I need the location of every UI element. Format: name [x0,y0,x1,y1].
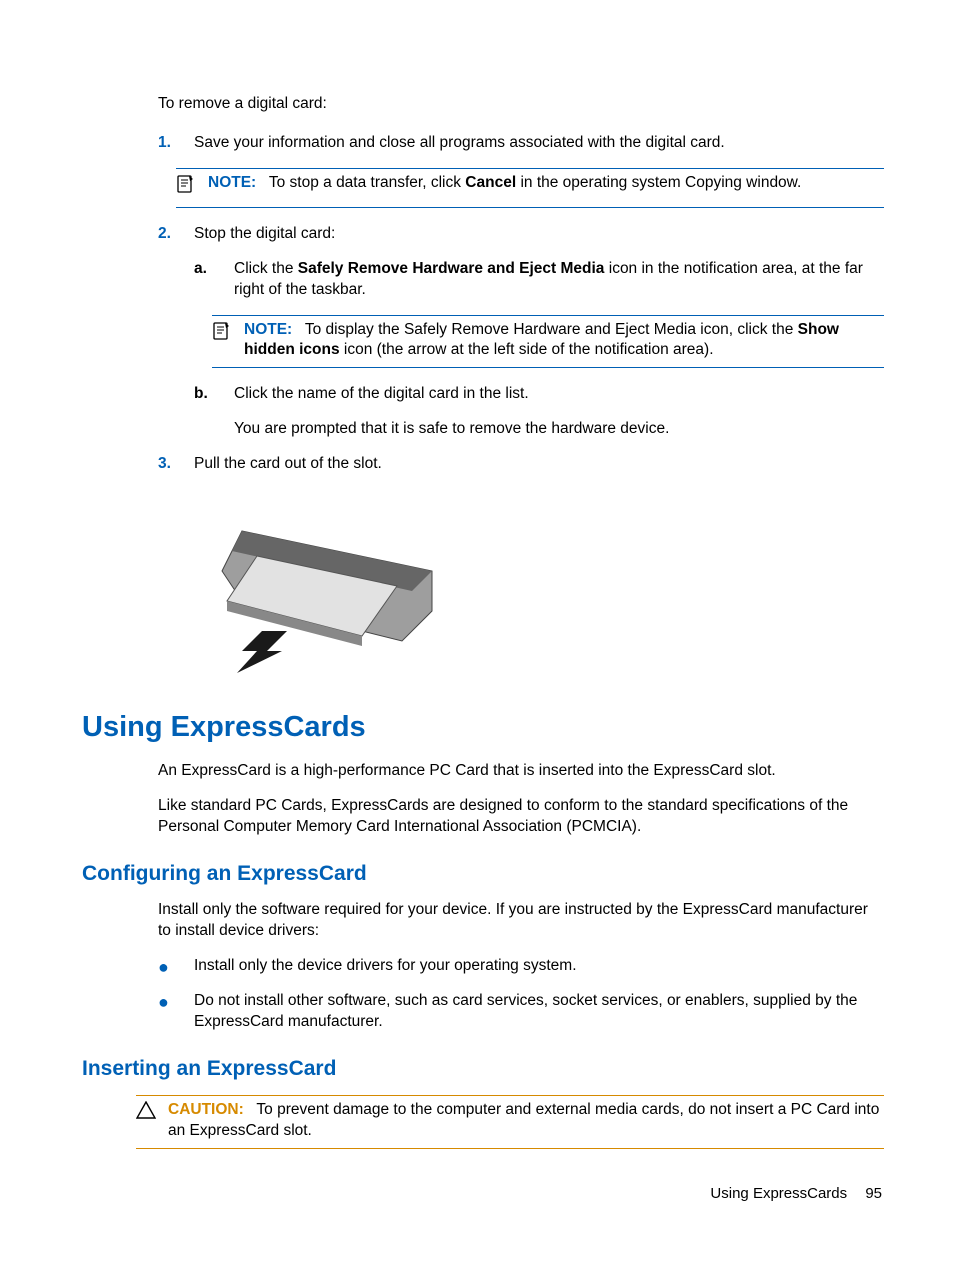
paragraph: An ExpressCard is a high-performance PC … [158,761,884,782]
heading-using-expresscards: Using ExpressCards [82,708,884,747]
heading-inserting: Inserting an ExpressCard [82,1055,884,1083]
bullet-icon: ● [158,956,194,977]
s2b-followup: You are prompted that it is safe to remo… [234,419,884,440]
step-2b: b. Click the name of the digital card in… [194,384,884,440]
note-bold: Cancel [465,174,516,191]
caution-box: CAUTION: To prevent damage to the comput… [136,1095,884,1149]
note2-before: To display the Safely Remove Hardware an… [305,321,798,338]
note-box-2: NOTE: To display the Safely Remove Hardw… [212,315,884,369]
figure-card-eject [202,501,452,676]
note-label: NOTE: [244,321,292,338]
caution-label: CAUTION: [168,1101,244,1118]
note-text: NOTE: To display the Safely Remove Hardw… [244,320,884,362]
step-number: 1. [158,133,194,154]
s2a-before: Click the [234,260,298,277]
note-label: NOTE: [208,174,256,191]
bullet-1: ● Install only the device drivers for yo… [158,956,884,977]
bullet-text: Do not install other software, such as c… [194,991,884,1033]
caution-text: CAUTION: To prevent damage to the comput… [168,1100,884,1142]
step-1: 1. Save your information and close all p… [158,133,884,154]
step-2: 2. Stop the digital card: [158,224,884,245]
note-icon [212,320,244,362]
bullet-text: Install only the device drivers for your… [194,956,884,977]
heading-configuring: Configuring an ExpressCard [82,860,884,888]
s2a-bold: Safely Remove Hardware and Eject Media [298,260,605,277]
document-page: To remove a digital card: 1. Save your i… [0,0,954,1270]
page-footer: Using ExpressCards 95 [710,1184,882,1204]
substep-letter: b. [194,384,234,440]
paragraph: Like standard PC Cards, ExpressCards are… [158,796,884,838]
note2-after: icon (the arrow at the left side of the … [340,341,714,358]
note-after: in the operating system Copying window. [516,174,801,191]
bullet-icon: ● [158,991,194,1033]
step-2a: a. Click the Safely Remove Hardware and … [194,259,884,301]
caution-body: To prevent damage to the computer and ex… [168,1101,879,1139]
note-box-1: NOTE: To stop a data transfer, click Can… [176,168,884,208]
bullet-2: ● Do not install other software, such as… [158,991,884,1033]
step-number: 2. [158,224,194,245]
step-body: Save your information and close all prog… [194,133,884,154]
step-body: Stop the digital card: [194,224,884,245]
page-number: 95 [865,1185,882,1202]
substep-body: Click the name of the digital card in th… [234,384,884,440]
footer-title: Using ExpressCards [710,1185,847,1202]
s2b-text: Click the name of the digital card in th… [234,384,884,405]
substep-letter: a. [194,259,234,301]
substep-body: Click the Safely Remove Hardware and Eje… [234,259,884,301]
paragraph: Install only the software required for y… [158,900,884,942]
note-text: NOTE: To stop a data transfer, click Can… [208,173,884,201]
step-body: Pull the card out of the slot. [194,454,884,475]
note-before: To stop a data transfer, click [269,174,465,191]
step-number: 3. [158,454,194,475]
note-icon [176,173,208,201]
step-3: 3. Pull the card out of the slot. [158,454,884,475]
caution-icon [136,1100,168,1142]
intro-text: To remove a digital card: [158,94,884,115]
